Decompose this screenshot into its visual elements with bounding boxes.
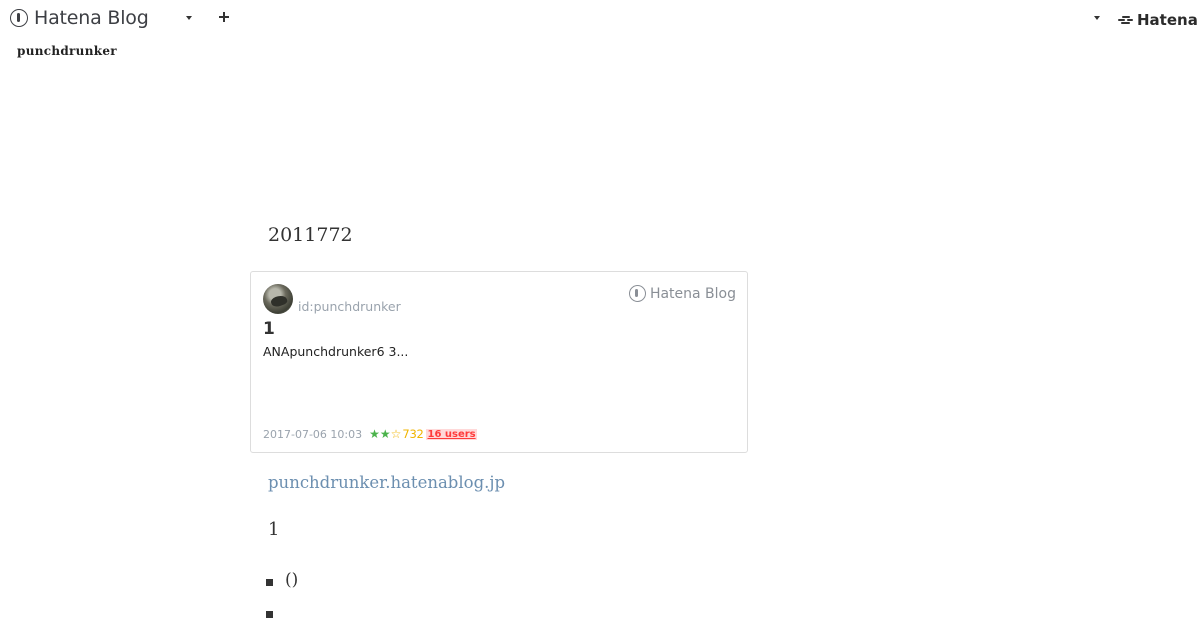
- bullet-list: (): [266, 570, 298, 634]
- blog-title[interactable]: punchdrunker: [17, 44, 117, 58]
- list-item: (): [266, 570, 298, 602]
- top-navigation-bar: Hatena Blog Hatena: [0, 0, 1200, 38]
- card-author[interactable]: id:punchdrunker: [298, 299, 401, 314]
- blog-url-link[interactable]: punchdrunker.hatenablog.jp: [268, 473, 505, 492]
- hatena-logo-icon: [1118, 15, 1134, 25]
- hatena-blog-logo-icon: [628, 285, 646, 302]
- star-count: 732: [402, 427, 424, 441]
- bookmark-users-badge[interactable]: 16 users: [426, 428, 477, 440]
- star-group[interactable]: ★ ★ ☆ 732: [369, 427, 424, 441]
- card-footer: 2017-07-06 10:03 ★ ★ ☆ 732 16 users: [263, 427, 477, 441]
- menu-dropdown-button[interactable]: [183, 9, 197, 25]
- star-icon: ★: [379, 427, 391, 441]
- list-item: [266, 602, 298, 634]
- card-brand[interactable]: Hatena Blog: [628, 285, 736, 302]
- new-post-button[interactable]: [216, 9, 232, 25]
- embedded-blog-card[interactable]: id:punchdrunker Hatena Blog 1 ANApunchdr…: [250, 271, 748, 453]
- section-heading: 1: [268, 519, 280, 540]
- hatena-blog-logo-icon: [10, 9, 28, 27]
- logo-text: Hatena Blog: [34, 7, 149, 29]
- hatena-brand-text: Hatena: [1137, 11, 1198, 29]
- card-title[interactable]: 1: [263, 319, 275, 339]
- star-icon: ★: [369, 427, 380, 441]
- card-date: 2017-07-06 10:03: [263, 427, 363, 441]
- card-brand-text: Hatena Blog: [649, 285, 736, 302]
- star-icon: ☆: [390, 427, 402, 441]
- entry-heading: 2011772: [268, 224, 353, 246]
- hatena-blog-logo[interactable]: Hatena Blog: [10, 7, 149, 29]
- card-description: ANApunchdrunker6 3...: [263, 344, 409, 359]
- account-dropdown-button[interactable]: [1091, 9, 1105, 25]
- hatena-brand-link[interactable]: Hatena: [1118, 11, 1198, 29]
- avatar[interactable]: [263, 284, 293, 314]
